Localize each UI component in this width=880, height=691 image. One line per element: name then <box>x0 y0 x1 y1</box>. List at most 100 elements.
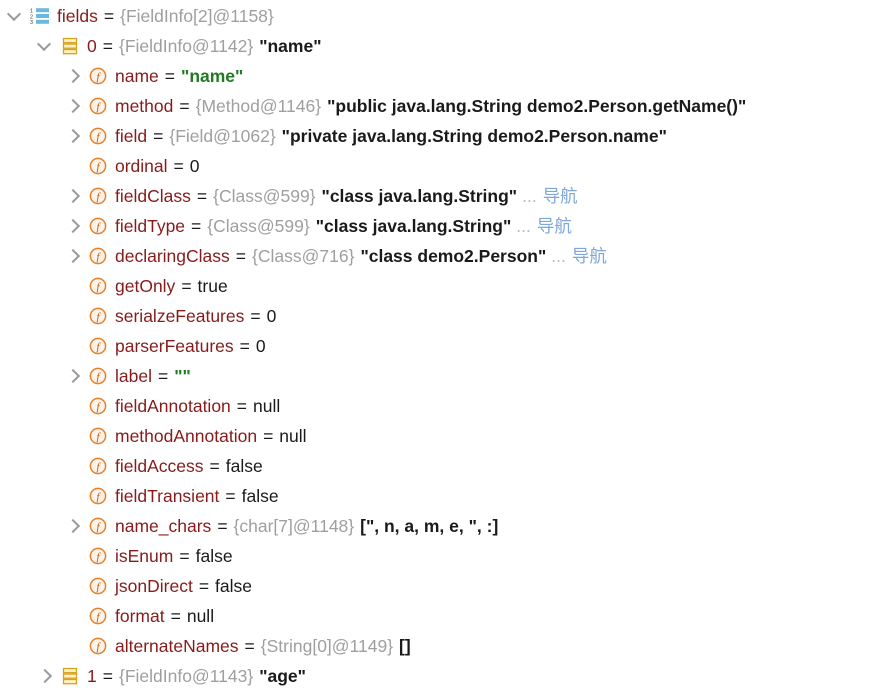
variable-value: true <box>197 276 228 296</box>
value-ellipsis: ... <box>522 186 537 206</box>
tree-row[interactable]: f name_chars = {char[7]@1148} [", n, a, m, e… <box>0 511 880 541</box>
variable-name: fields <box>57 6 98 26</box>
field-icon: f <box>86 154 110 178</box>
variable-name: serialzeFeatures <box>115 306 245 326</box>
equals-sign: = <box>173 156 184 176</box>
variable-value: null <box>253 396 281 416</box>
equals-sign: = <box>225 486 236 506</box>
variable-value: "class java.lang.String" <box>315 216 512 236</box>
equals-sign: = <box>179 546 190 566</box>
tree-row[interactable]: f alternateNames = {String[0]@1149}[] <box>0 631 880 661</box>
chevron-right-icon[interactable] <box>64 121 86 151</box>
equals-sign: = <box>164 66 176 86</box>
variable-value: "private java.lang.String demo2.Person.n… <box>281 126 667 146</box>
tree-row[interactable]: f format = null <box>0 601 880 631</box>
chevron-right-icon[interactable] <box>64 241 86 271</box>
equals-sign: = <box>153 126 164 146</box>
type-reference: {FieldInfo[2]@1158} <box>120 6 274 26</box>
variable-name: 0 <box>87 36 97 56</box>
field-icon: f <box>86 214 110 238</box>
field-icon: f <box>86 634 110 658</box>
tree-row[interactable]: f method = {Method@1146} "public java.lang.S… <box>0 91 880 121</box>
chevron-right-icon[interactable] <box>64 181 86 211</box>
variable-name: ordinal <box>115 156 168 176</box>
variable-value: "name" <box>259 36 322 56</box>
tree-row[interactable]: f fieldTransient = false <box>0 481 880 511</box>
equals-sign: = <box>263 426 274 446</box>
variable-name: method <box>115 96 174 116</box>
chevron-down-icon[interactable] <box>6 1 28 31</box>
field-icon: f <box>86 124 110 148</box>
chevron-right-icon[interactable] <box>64 91 86 121</box>
debugger-variables-tree[interactable]: 1 2 3 fields = {FieldInfo[2]@1158} 0 = {FieldInf… <box>0 0 880 687</box>
chevron-right-icon[interactable] <box>64 511 86 541</box>
variable-value: false <box>215 576 253 596</box>
twisty-placeholder <box>64 481 86 511</box>
variable-value: "name" <box>181 66 244 86</box>
equals-sign: = <box>217 516 228 536</box>
chevron-down-icon[interactable] <box>36 31 58 61</box>
equals-sign: = <box>170 606 181 626</box>
tree-row[interactable]: f parserFeatures = 0 <box>0 331 880 361</box>
twisty-placeholder <box>64 301 86 331</box>
navigate-link[interactable]: 导航 <box>531 211 572 241</box>
tree-row[interactable]: f jsonDirect = false <box>0 571 880 601</box>
tree-row[interactable]: f fieldType = {Class@599} "class java.lang.S… <box>0 211 880 241</box>
equals-sign: = <box>250 306 261 326</box>
field-icon: f <box>86 64 110 88</box>
chevron-right-icon[interactable] <box>64 361 86 391</box>
tree-row[interactable]: f ordinal = 0 <box>0 151 880 181</box>
field-icon: f <box>86 184 110 208</box>
tree-row[interactable]: 0 = {FieldInfo@1142} "name" <box>0 31 880 61</box>
field-icon: f <box>86 514 110 538</box>
field-icon: f <box>86 604 110 628</box>
field-icon: f <box>86 94 110 118</box>
tree-row[interactable]: f serialzeFeatures = 0 <box>0 301 880 331</box>
twisty-placeholder <box>64 571 86 601</box>
tree-row[interactable]: f name = "name" <box>0 61 880 91</box>
tree-row[interactable]: f declaringClass = {Class@716} "class demo2.… <box>0 241 880 271</box>
variable-name: fieldType <box>115 216 186 236</box>
chevron-right-icon[interactable] <box>64 211 86 241</box>
tree-row[interactable]: f field = {Field@1062} "private java.lang.St… <box>0 121 880 151</box>
value-ellipsis: ... <box>516 216 531 236</box>
variable-name: fieldAccess <box>115 456 204 476</box>
twisty-placeholder <box>64 541 86 571</box>
array-item-icon <box>58 664 82 688</box>
type-reference: {Class@716} <box>252 246 355 266</box>
variable-value: "class java.lang.String" <box>321 186 518 206</box>
tree-row[interactable]: f fieldClass = {Class@599} "class java.lang.… <box>0 181 880 211</box>
tree-row[interactable]: f methodAnnotation = null <box>0 421 880 451</box>
tree-row[interactable]: 1 2 3 fields = {FieldInfo[2]@1158} <box>0 1 880 31</box>
variable-name: name_chars <box>115 516 212 536</box>
chevron-right-icon[interactable] <box>64 61 86 91</box>
tree-row[interactable]: f fieldAccess = false <box>0 451 880 481</box>
variable-value: [] <box>399 636 411 656</box>
svg-text:3: 3 <box>30 20 33 26</box>
tree-row[interactable]: f isEnum = false <box>0 541 880 571</box>
tree-row[interactable]: f label = "" <box>0 361 880 391</box>
variable-name: methodAnnotation <box>115 426 258 446</box>
variable-value: false <box>195 546 233 566</box>
variable-name: declaringClass <box>115 246 230 266</box>
variable-name: fieldTransient <box>115 486 220 506</box>
equals-sign: = <box>198 576 210 596</box>
tree-row[interactable]: f getOnly = true <box>0 271 880 301</box>
navigate-link[interactable]: 导航 <box>537 181 578 211</box>
variable-name: alternateNames <box>115 636 239 656</box>
variable-name: fieldClass <box>115 186 191 206</box>
variable-value: "" <box>174 366 191 386</box>
twisty-placeholder <box>64 601 86 631</box>
field-icon: f <box>86 364 110 388</box>
variable-value: "class demo2.Person" <box>360 246 547 266</box>
equals-sign: = <box>157 366 169 386</box>
navigate-link[interactable]: 导航 <box>566 241 607 271</box>
twisty-placeholder <box>64 421 86 451</box>
field-icon: f <box>86 574 110 598</box>
tree-row[interactable]: f fieldAnnotation = null <box>0 391 880 421</box>
equals-sign: = <box>244 636 255 656</box>
array-list-icon: 123 <box>28 4 52 28</box>
equals-sign: = <box>103 6 115 26</box>
type-reference: {FieldInfo@1142} <box>118 36 254 56</box>
type-reference: {String[0]@1149} <box>260 636 394 656</box>
